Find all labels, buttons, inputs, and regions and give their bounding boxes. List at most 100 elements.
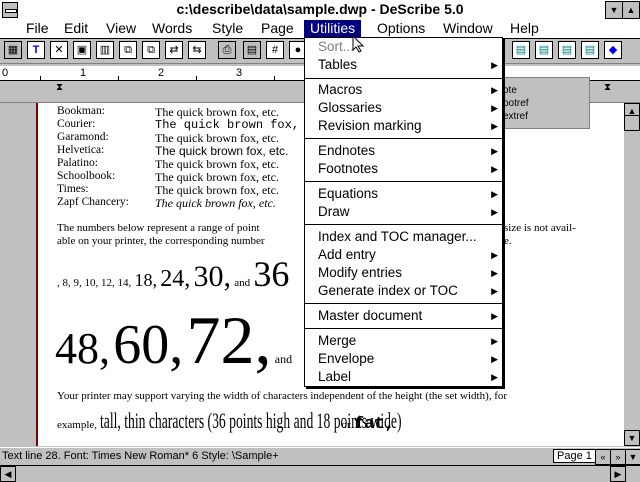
submenu-arrow-icon: ▶ [491,146,498,156]
menu-item-generate-index[interactable]: Generate index or TOC ▶ [305,282,502,300]
menu-item-envelope[interactable]: Envelope ▶ [305,350,502,368]
menu-window[interactable]: Window [437,20,499,37]
font-name: Schoolbook: [57,170,116,182]
menu-item-label: Tables [318,57,358,72]
menu-words[interactable]: Words [146,20,198,37]
menu-style[interactable]: Style [206,20,249,37]
size-sample: 36 [253,254,290,294]
font-sample: The quick brown fox, etc. [155,144,289,158]
submenu-arrow-icon: ▶ [491,189,498,199]
left-indent-marker[interactable]: ⧗ [56,82,63,93]
frame-tool-icon[interactable]: ▦ [4,41,22,59]
printer-icon[interactable]: ⎙ [218,41,236,59]
right-indent-marker[interactable]: ⧗ [604,82,611,93]
submenu-arrow-icon: ▶ [491,103,498,113]
menu-item-macros[interactable]: Macros ▶ [305,81,502,99]
point-size-row: , 8, 9, 10, 12, 14, 18, 24, 30, and 36 [57,253,289,295]
menu-bar: File Edit View Words Style Page Utilitie… [0,19,640,55]
paste-frame-icon[interactable]: ⧉ [142,41,160,59]
menu-page[interactable]: Page [255,20,300,37]
large-size-row: 48, 60, 72, and [55,301,292,380]
submenu-arrow-icon: ▶ [491,85,498,95]
link-icon[interactable]: ⇄ [165,41,183,59]
page-down-icon[interactable]: ▼ [625,449,640,465]
menu-separator [305,78,502,79]
side-panel-line: extref [503,111,529,122]
page-indicator: Page 1 [553,449,596,463]
menu-separator [305,224,502,225]
menu-item-index-toc-manager[interactable]: Index and TOC manager... [305,228,502,246]
menu-item-endnotes[interactable]: Endnotes ▶ [305,142,502,160]
menu-item-footnotes[interactable]: Footnotes ▶ [305,160,502,178]
table-icon[interactable]: ▤ [243,41,261,59]
ruler-tick [196,76,197,81]
menu-item-revision-marking[interactable]: Revision marking ▶ [305,117,502,135]
size-sample: 30, [193,260,232,293]
menu-item-modify-entries[interactable]: Modify entries ▶ [305,264,502,282]
maximize-button[interactable]: ▲ [622,1,640,19]
menu-separator [305,303,502,304]
align-right-icon[interactable]: ▤ [558,41,576,59]
title-bar: c:\describe\data\sample.dwp - DeScribe 5… [0,0,640,20]
menu-help[interactable]: Help [504,20,545,37]
submenu-arrow-icon: ▶ [491,372,498,382]
menu-item-master-document[interactable]: Master document ▶ [305,307,502,325]
scroll-thumb[interactable] [624,115,640,131]
ruler-number: 2 [158,67,165,79]
submenu-arrow-icon: ▶ [491,286,498,296]
align-left-icon[interactable]: ▤ [512,41,530,59]
menu-item-label: Macros [318,82,363,97]
menu-item-label[interactable]: Label ▶ [305,368,502,386]
menu-item-tables[interactable]: Tables ▶ [305,56,502,74]
font-name: Courier: [57,118,96,130]
horizontal-scrollbar[interactable]: ◀ ▶ [0,465,640,482]
page-next-icon[interactable]: » [610,449,626,465]
menu-edit[interactable]: Edit [58,20,94,37]
paragraph-text: size is not avail- [504,222,576,234]
size-sample: 24, [160,266,191,292]
menu-item-label: Equations [318,186,379,201]
size-sample: and [274,352,293,366]
menu-item-label: Sort... [318,39,355,54]
menu-options[interactable]: Options [371,20,431,37]
menu-item-label: Add entry [318,247,376,262]
minimize-button[interactable]: ▼ [605,1,623,19]
menu-item-glossaries[interactable]: Glossaries ▶ [305,99,502,117]
grid-icon[interactable]: # [266,41,284,59]
font-sample: The quick brown fox, etc. [155,196,276,210]
menu-item-label: Endnotes [318,143,376,158]
menu-item-sort[interactable]: Sort... [305,38,502,56]
size-sample: 60, [113,314,184,376]
menu-item-equations[interactable]: Equations ▶ [305,185,502,203]
menu-item-label: Draw [318,204,350,219]
page-gutter [0,103,36,446]
menu-separator [305,138,502,139]
align-center-icon[interactable]: ▤ [535,41,553,59]
menu-item-label: Revision marking [318,118,422,133]
font-name: Palatino: [57,157,98,169]
submenu-arrow-icon: ▶ [491,336,498,346]
justify-icon[interactable]: ▤ [581,41,599,59]
nav-arrows-icon[interactable]: ◆ [604,41,622,59]
status-text: Text line 28. Font: Times New Roman* 6 S… [2,450,279,462]
merge-icon[interactable]: ⇆ [188,41,206,59]
menu-item-merge[interactable]: Merge ▶ [305,332,502,350]
menu-view[interactable]: View [100,20,142,37]
width-example-row: example, tall, thin characters (36 point… [57,408,402,434]
menu-file[interactable]: File [20,20,55,37]
vertical-scrollbar[interactable]: ▲ ▼ [624,103,640,446]
menu-item-label: Merge [318,333,357,348]
menu-item-add-entry[interactable]: Add entry ▶ [305,246,502,264]
text-tool-icon[interactable]: T [27,41,45,59]
menu-item-draw[interactable]: Draw ▶ [305,203,502,221]
font-name: Garamond: [57,131,109,143]
condensed-sample: tall, thin characters (36 points high an… [100,408,402,433]
utilities-menu: Sort... Tables ▶ Macros ▶ Glossaries ▶ Revi… [304,37,503,387]
insert-object-icon[interactable]: ▣ [73,41,91,59]
chart-icon[interactable]: ▥ [96,41,114,59]
scroll-down-icon[interactable]: ▼ [624,430,640,446]
page-prev-icon[interactable]: « [595,449,611,465]
size-sample: 72, [186,302,272,378]
picture-frame-icon[interactable]: ✕ [50,41,68,59]
copy-frame-icon[interactable]: ⧉ [119,41,137,59]
